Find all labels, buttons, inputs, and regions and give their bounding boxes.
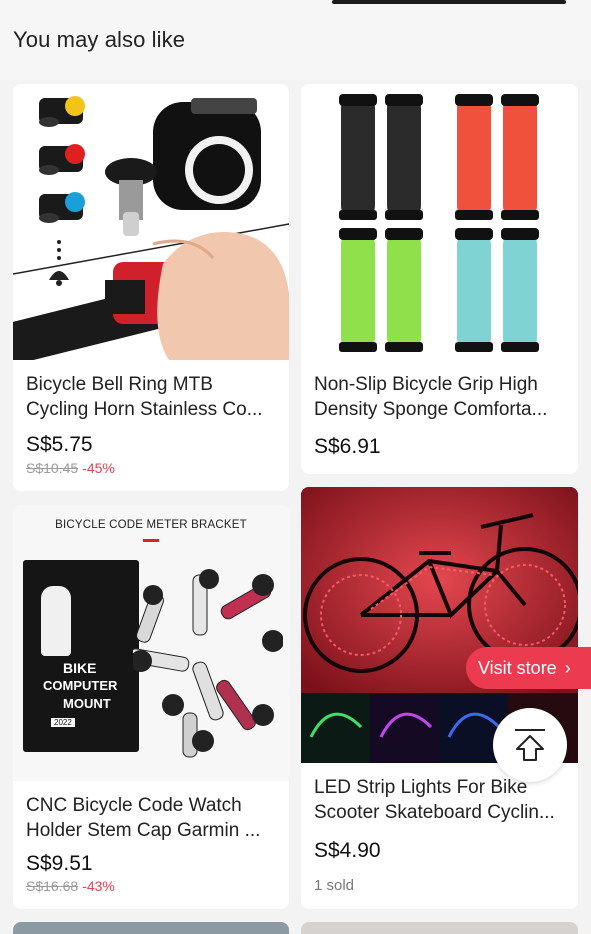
price-details: S$10.45 -45% [26, 460, 115, 476]
original-price: S$10.45 [26, 460, 79, 476]
box-text-computer: COMPUTER [43, 678, 118, 693]
bell-variant-blue [39, 192, 85, 223]
grip-black [339, 94, 423, 220]
original-price: S$16.68 [26, 878, 79, 894]
bell-variant-red [39, 144, 85, 175]
product-title[interactable]: Bicycle Bell Ring MTB Cycling Horn Stain… [26, 372, 279, 422]
bicycle-bell-image [13, 96, 289, 360]
product-card[interactable]: Bicycle Bell Ring MTB Cycling Horn Stain… [13, 84, 289, 491]
arrow-up-to-top-icon [515, 729, 545, 761]
bell-variant-yellow [39, 96, 85, 127]
discount-badge: -43% [82, 878, 115, 894]
box-text-bike: BIKE [63, 660, 97, 676]
sold-count: 1 sold [314, 877, 355, 894]
next-product-card-peek[interactable] [301, 922, 578, 934]
product-image[interactable]: BICYCLE CODE METER BRACKET BIKE COMPUTER… [13, 505, 289, 781]
section-title: You may also like [13, 27, 186, 52]
box-text-year: 2022 [51, 718, 75, 727]
product-title[interactable]: CNC Bicycle Code Watch Holder Stem Cap G… [26, 793, 279, 843]
price-details: S$16.68 -43% [26, 878, 115, 894]
product-card[interactable]: BICYCLE CODE METER BRACKET BIKE COMPUTER… [13, 505, 289, 909]
image-caption: BICYCLE CODE METER BRACKET [55, 519, 247, 531]
bicycle-grip-image [339, 94, 539, 352]
product-price: S$5.75 [26, 433, 93, 456]
visit-store-label: Visit store [478, 657, 557, 678]
scroll-to-top-button[interactable] [493, 708, 567, 782]
caption-underline [143, 539, 159, 542]
next-product-card-peek[interactable] [13, 922, 289, 934]
product-price: S$6.91 [314, 435, 381, 458]
product-image[interactable] [301, 84, 578, 360]
grip-green [339, 228, 423, 352]
product-title[interactable]: Non-Slip Bicycle Grip High Density Spong… [314, 372, 568, 422]
product-card[interactable]: Non-Slip Bicycle Grip High Density Spong… [301, 84, 578, 474]
product-title[interactable]: LED Strip Lights For Bike Scooter Skateb… [314, 775, 568, 825]
tab-indicator [332, 0, 566, 4]
chevron-right-icon: › [564, 657, 571, 678]
skull-graphic [41, 586, 71, 656]
visit-store-button[interactable]: Visit store › [466, 647, 591, 689]
grip-red [455, 94, 539, 220]
box-text-mount: MOUNT [63, 696, 111, 711]
product-image[interactable] [13, 84, 289, 360]
product-price: S$4.90 [314, 839, 381, 862]
product-price: S$9.51 [26, 852, 93, 875]
product-box: BIKE COMPUTER MOUNT 2022 [23, 560, 139, 752]
discount-badge: -45% [82, 460, 115, 476]
grip-cyan [455, 228, 539, 352]
bracket-variants [133, 569, 283, 758]
bell-large [105, 98, 261, 236]
header: You may also like [0, 0, 591, 80]
product-card[interactable]: LED Strip Lights For Bike Scooter Skateb… [301, 487, 578, 909]
